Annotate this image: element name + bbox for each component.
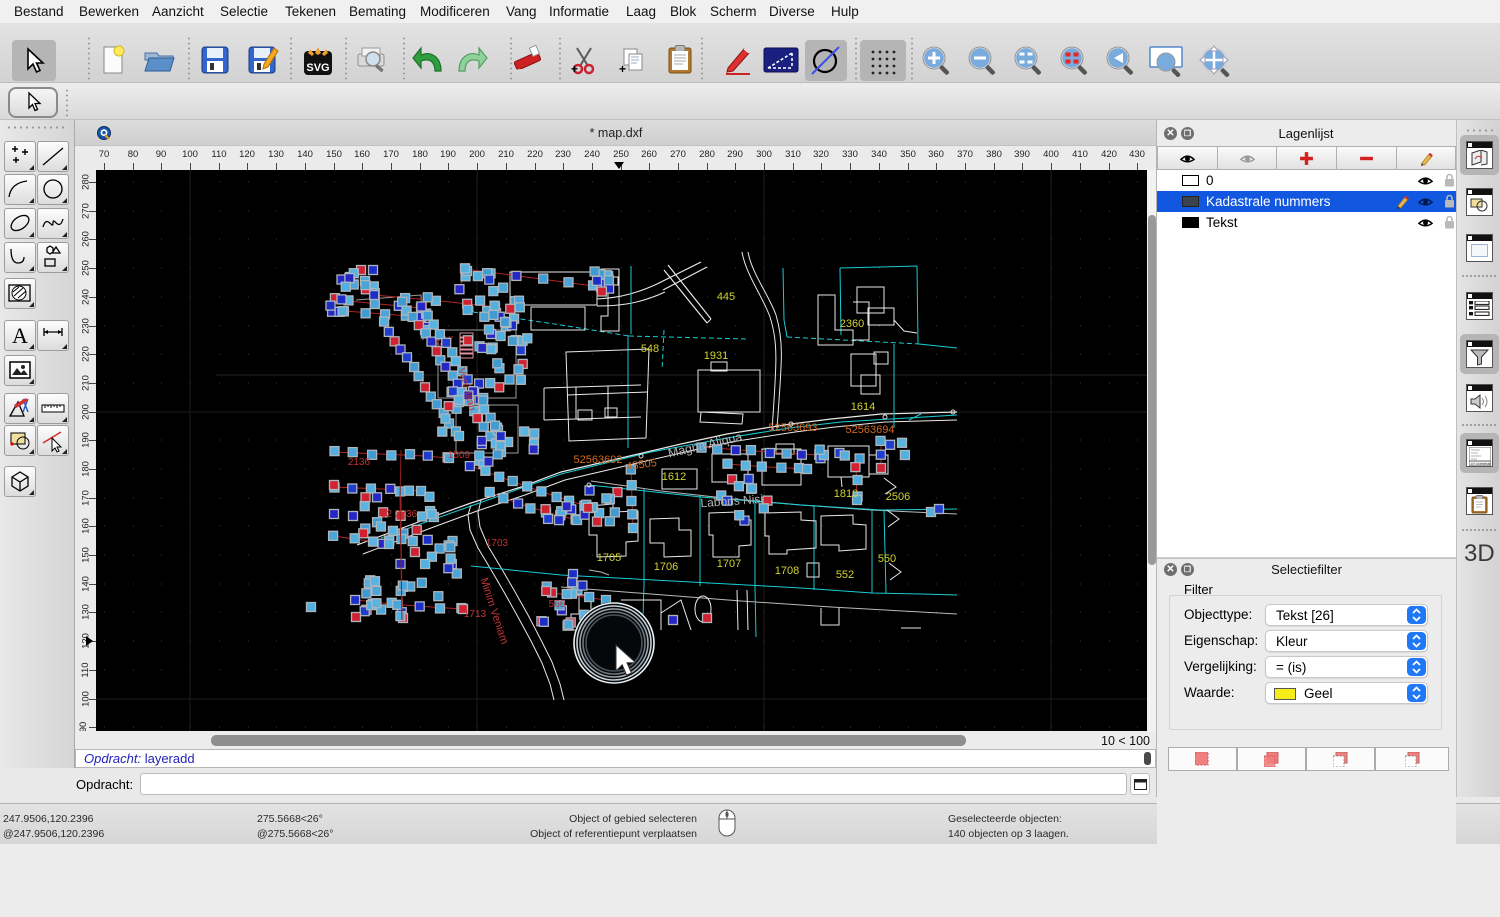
svg-text:2360: 2360	[840, 318, 864, 330]
svg-text:SVG: SVG	[306, 62, 329, 74]
svg-text:1509: 1509	[448, 450, 471, 461]
svg-text:552: 552	[836, 569, 854, 581]
svg-text:52563694: 52563694	[846, 424, 895, 436]
svg-text:1705: 1705	[597, 552, 621, 564]
svg-text:+: +	[619, 62, 626, 76]
svg-text:548: 548	[641, 343, 659, 355]
svg-text:550: 550	[878, 553, 896, 565]
svg-text:52 2236: 52 2236	[381, 509, 418, 520]
svg-text:1703: 1703	[486, 538, 509, 549]
svg-text:2136: 2136	[348, 457, 371, 468]
svg-text:1612: 1612	[662, 471, 686, 483]
svg-text:1810: 1810	[834, 488, 858, 500]
svg-text:445: 445	[717, 291, 735, 303]
svg-text:566: 566	[549, 599, 566, 610]
svg-text:+: +	[571, 62, 578, 76]
svg-text:1931: 1931	[704, 350, 728, 362]
svg-text:1706: 1706	[654, 561, 678, 573]
svg-text:2506: 2506	[886, 491, 910, 503]
svg-text:52563692: 52563692	[574, 454, 623, 466]
svg-text:1614: 1614	[851, 401, 875, 413]
svg-text:A: A	[12, 323, 28, 348]
svg-text:1708: 1708	[775, 565, 799, 577]
svg-text:c:\ command: c:\ command	[1471, 461, 1491, 466]
svg-text:1713: 1713	[464, 609, 487, 620]
svg-text:1707: 1707	[717, 558, 741, 570]
